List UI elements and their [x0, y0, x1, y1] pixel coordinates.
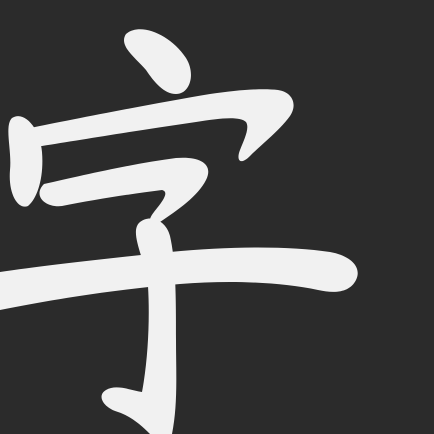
app-icon-tile	[0, 0, 434, 434]
glyph-child-horizontal-stroke	[0, 247, 358, 310]
kanji-ji-glyph-icon	[0, 29, 358, 434]
glyph-dot-stroke	[124, 29, 191, 94]
glyph-child-hook-stroke	[101, 218, 177, 434]
glyph-child-top-stroke	[39, 157, 209, 225]
glyph-roof-top-stroke	[24, 89, 294, 162]
